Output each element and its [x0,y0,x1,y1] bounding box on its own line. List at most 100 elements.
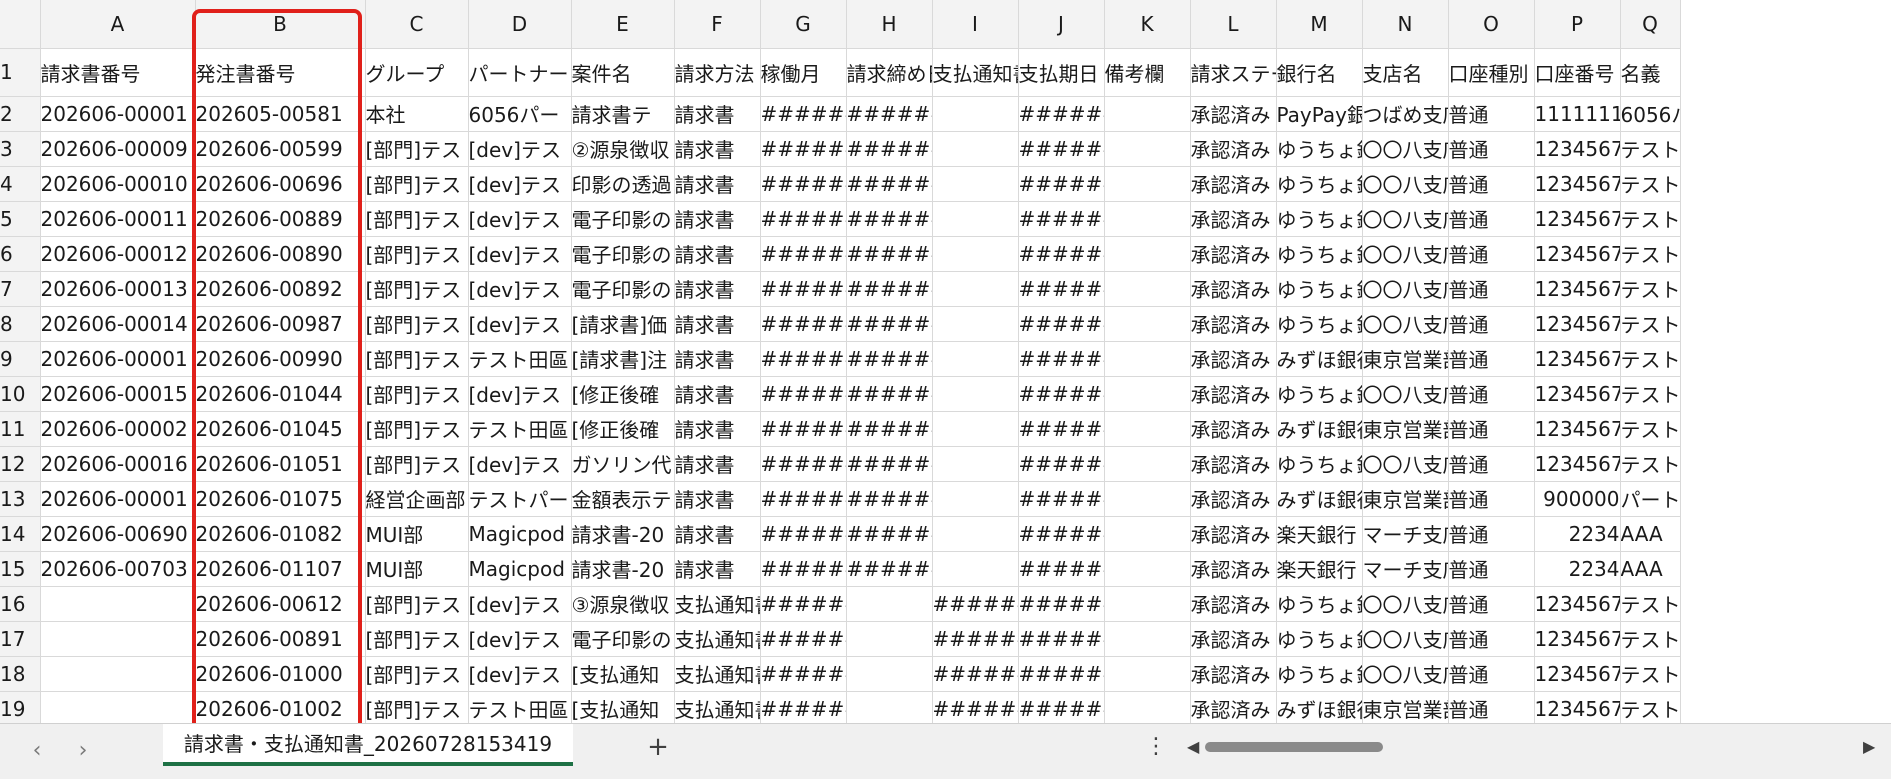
table-cell[interactable] [1104,236,1191,272]
table-cell[interactable]: 202606-01045 [195,411,366,447]
row-header[interactable]: 8 [0,306,41,342]
table-cell[interactable]: 請求書 [674,516,761,552]
table-cell[interactable]: Magicpod [468,551,572,587]
table-cell[interactable]: ####### [846,341,933,377]
table-cell[interactable]: ####### [1018,306,1105,342]
table-cell[interactable]: 請求書 [674,376,761,412]
table-cell[interactable]: 普通 [1448,551,1535,587]
table-cell[interactable]: [部門]テス [365,201,469,237]
table-cell[interactable]: ゆうちょ銀 [1276,271,1363,307]
table-cell[interactable]: ####### [760,271,847,307]
table-cell[interactable] [846,656,933,692]
table-cell[interactable]: [部門]テス [365,691,469,723]
table-cell[interactable]: 普通 [1448,376,1535,412]
table-cell[interactable]: 202606-00015 [40,376,196,412]
table-cell[interactable]: テスト [1620,656,1681,692]
table-cell[interactable]: テスト [1620,621,1681,657]
table-cell[interactable]: 発注書番号 [195,48,366,97]
table-cell[interactable]: ####### [760,656,847,692]
table-cell[interactable]: 2234 [1534,551,1621,587]
table-cell[interactable] [1104,481,1191,517]
table-cell[interactable]: 1234567 [1534,341,1621,377]
table-cell[interactable]: ####### [846,131,933,167]
column-header[interactable]: G [760,0,847,49]
table-cell[interactable]: 請求書 [674,551,761,587]
table-cell[interactable]: 202606-00696 [195,166,366,202]
table-cell[interactable]: [部門]テス [365,621,469,657]
table-cell[interactable]: ####### [846,446,933,482]
table-cell[interactable]: ゆうちょ銀 [1276,446,1363,482]
table-cell[interactable]: 普通 [1448,621,1535,657]
table-cell[interactable]: テスト田區 [468,341,572,377]
table-cell[interactable]: テスト [1620,201,1681,237]
table-cell[interactable]: ####### [760,516,847,552]
column-header[interactable]: H [846,0,933,49]
table-cell[interactable]: 承認済み [1190,621,1277,657]
table-cell[interactable]: 普通 [1448,586,1535,622]
table-cell[interactable]: 〇〇八支店 [1362,446,1449,482]
table-cell[interactable]: ####### [1018,481,1105,517]
table-cell[interactable]: 普通 [1448,201,1535,237]
column-header[interactable]: L [1190,0,1277,49]
table-cell[interactable]: 〇〇八支店 [1362,131,1449,167]
table-cell[interactable]: 普通 [1448,516,1535,552]
table-cell[interactable]: つばめ支店 [1362,96,1449,132]
table-cell[interactable]: 202606-01082 [195,516,366,552]
table-cell[interactable]: MUI部 [365,551,469,587]
table-cell[interactable]: 1234567 [1534,131,1621,167]
table-cell[interactable]: 普通 [1448,411,1535,447]
table-cell[interactable]: テスト田區 [468,691,572,723]
table-cell[interactable]: テスト [1620,446,1681,482]
table-cell[interactable]: ####### [932,621,1019,657]
table-cell[interactable]: 電子印影の [571,621,675,657]
table-cell[interactable]: 請求書 [674,131,761,167]
table-cell[interactable]: ####### [846,376,933,412]
column-header[interactable]: F [674,0,761,49]
scroll-thumb[interactable] [1205,742,1383,752]
table-cell[interactable]: [部門]テス [365,166,469,202]
table-cell[interactable]: 承認済み [1190,131,1277,167]
table-cell[interactable]: ####### [846,516,933,552]
column-header[interactable]: E [571,0,675,49]
table-cell[interactable] [932,271,1019,307]
table-cell[interactable]: テストパー [468,481,572,517]
table-cell[interactable]: 1234567 [1534,166,1621,202]
table-cell[interactable]: みずほ銀行 [1276,691,1363,723]
table-cell[interactable]: [dev]テス [468,236,572,272]
column-header[interactable]: J [1018,0,1105,49]
table-cell[interactable]: 支払通知書 [674,621,761,657]
table-cell[interactable]: 普通 [1448,341,1535,377]
table-cell[interactable] [932,516,1019,552]
table-cell[interactable]: [部門]テス [365,341,469,377]
table-cell[interactable]: 900000 [1534,481,1621,517]
table-cell[interactable]: ####### [760,551,847,587]
table-cell[interactable]: ####### [1018,656,1105,692]
table-cell[interactable]: ####### [846,96,933,132]
table-cell[interactable] [1104,306,1191,342]
table-cell[interactable]: ####### [1018,411,1105,447]
table-cell[interactable]: 1234567 [1534,586,1621,622]
table-cell[interactable]: 1234567 [1534,376,1621,412]
table-cell[interactable]: ####### [846,481,933,517]
table-cell[interactable]: 〇〇八支店 [1362,656,1449,692]
table-cell[interactable]: 〇〇八支店 [1362,586,1449,622]
table-cell[interactable] [1104,201,1191,237]
table-cell[interactable] [1104,411,1191,447]
table-cell[interactable]: [部門]テス [365,306,469,342]
table-cell[interactable]: 202606-01051 [195,446,366,482]
table-cell[interactable]: 請求書-20 [571,551,675,587]
table-cell[interactable]: 請求書 [674,411,761,447]
scroll-left-icon[interactable]: ◀ [1187,734,1199,760]
table-cell[interactable] [1104,131,1191,167]
table-cell[interactable]: [修正後確 [571,411,675,447]
table-cell[interactable] [40,656,196,692]
table-cell[interactable]: 202606-00987 [195,306,366,342]
table-cell[interactable]: テスト田區 [468,411,572,447]
table-cell[interactable]: テスト [1620,306,1681,342]
table-cell[interactable]: 承認済み [1190,341,1277,377]
table-cell[interactable]: ####### [932,656,1019,692]
table-cell[interactable]: 請求方法 [674,48,761,97]
table-cell[interactable]: 支払通知書 [932,48,1019,97]
column-header[interactable]: N [1362,0,1449,49]
row-header[interactable]: 11 [0,411,41,447]
